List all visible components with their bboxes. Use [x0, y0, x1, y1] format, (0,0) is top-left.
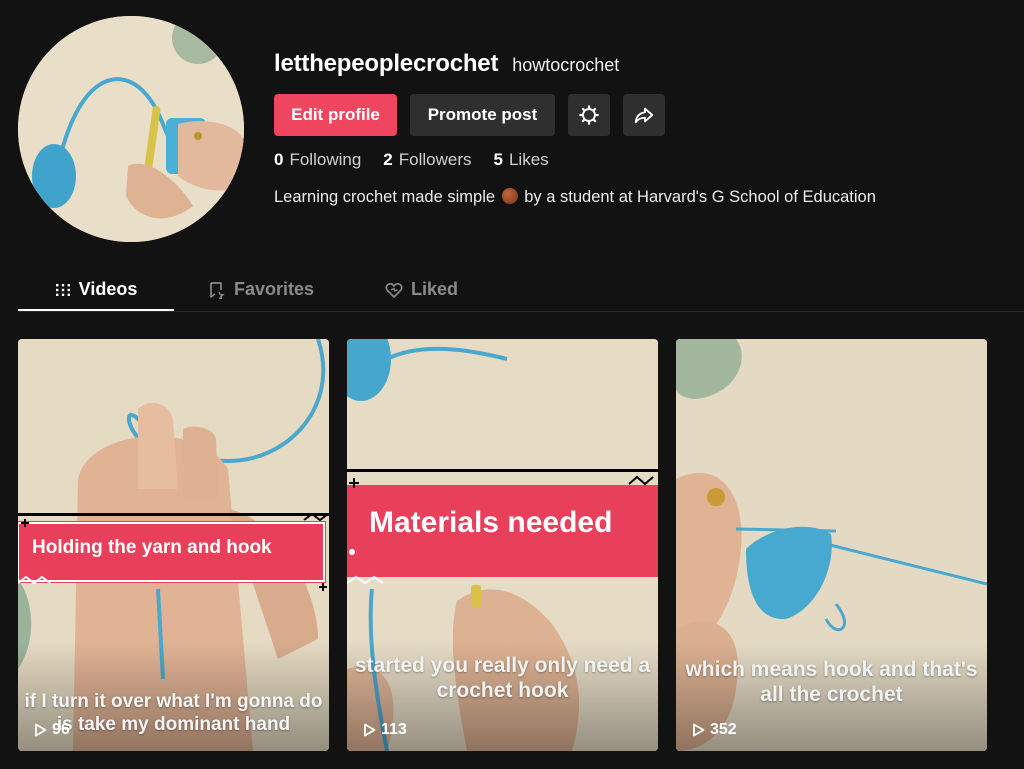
bio-text-end: by a student at Harvard's G School of Ed… [524, 188, 876, 206]
play-icon [35, 723, 47, 737]
username-row: letthepeoplecrochet howtocrochet [274, 50, 619, 78]
play-count-value: 352 [710, 721, 737, 738]
active-tab-indicator [18, 309, 174, 311]
video-card[interactable]: Holding the yarn and hook if I turn it o… [18, 339, 329, 751]
share-button[interactable] [623, 94, 665, 136]
play-count: 352 [692, 721, 737, 739]
followers-count: 2 [383, 150, 393, 169]
gear-icon [579, 105, 599, 125]
share-arrow-icon [634, 107, 654, 124]
stat-following[interactable]: 0 Following [274, 150, 361, 170]
following-label: Following [289, 150, 362, 169]
play-count-value: 113 [381, 721, 407, 738]
username: letthepeoplecrochet [274, 50, 499, 77]
following-count: 0 [274, 150, 284, 169]
tab-favorites-label: Favorites [234, 279, 315, 299]
tab-favorites[interactable]: Favorites [208, 268, 314, 311]
video-banner-title: Holding the yarn and hook [32, 537, 272, 558]
profile-page: letthepeoplecrochet howtocrochet Edit pr… [0, 0, 1024, 769]
heart-icon [385, 282, 403, 298]
video-caption: which means hook and that's all the croc… [685, 658, 978, 707]
play-count: 113 [363, 721, 407, 739]
profile-actions: Edit profile Promote post [274, 94, 665, 136]
video-banner-title: Materials needed [369, 506, 613, 539]
video-card[interactable]: which means hook and that's all the croc… [676, 339, 987, 751]
settings-button[interactable] [568, 94, 610, 136]
stat-likes: 5 Likes [494, 150, 549, 170]
tab-liked-label: Liked [411, 279, 459, 299]
profile-avatar[interactable] [18, 16, 244, 242]
grid-icon [55, 283, 70, 296]
followers-label: Followers [398, 150, 472, 169]
tab-liked[interactable]: Liked [385, 268, 458, 311]
edit-profile-button[interactable]: Edit profile [274, 94, 397, 136]
play-icon [364, 723, 376, 737]
tab-videos-label: Videos [78, 279, 138, 299]
stat-followers[interactable]: 2 Followers [383, 150, 471, 170]
tab-videos[interactable]: Videos [18, 268, 174, 311]
video-caption: started you really only need a crochet h… [354, 654, 651, 703]
yarn-ball-icon [501, 188, 518, 204]
bookmark-icon [210, 281, 225, 299]
play-icon [693, 723, 705, 737]
likes-label: Likes [508, 150, 549, 169]
promote-post-button[interactable]: Promote post [410, 94, 555, 136]
nickname: howtocrochet [512, 55, 620, 75]
profile-stats: 0 Following 2 Followers 5 Likes [274, 150, 549, 170]
bio-text-start: Learning crochet made simple [274, 188, 496, 206]
profile-bio: Learning crochet made simple by a studen… [274, 188, 876, 207]
play-count: 96 [34, 721, 70, 739]
play-count-value: 96 [52, 721, 70, 738]
likes-count: 5 [493, 150, 503, 169]
profile-tabs: Videos Favorites Liked [18, 268, 1024, 312]
avatar-image [18, 16, 244, 242]
video-card[interactable]: Materials needed started you really only… [347, 339, 658, 751]
